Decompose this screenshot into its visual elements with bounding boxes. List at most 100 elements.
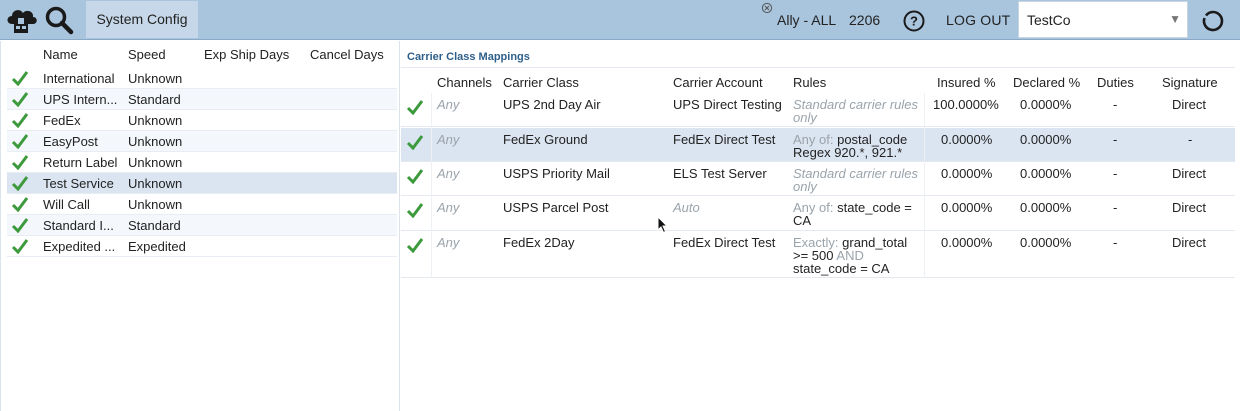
service-row[interactable]: FedEx Unknown [7, 110, 397, 131]
declared-value: 0.0000% [1020, 200, 1072, 215]
service-row[interactable]: Will Call Unknown [7, 194, 397, 215]
service-speed: Standard [128, 218, 181, 233]
declared-value: 0.0000% [1020, 235, 1072, 250]
insured-value: 100.0000% [933, 97, 999, 112]
carrier-class-value: UPS 2nd Day Air [503, 97, 601, 112]
carrier-account-value: FedEx Direct Test [673, 235, 776, 250]
rule-text: Standard carrier rules only [793, 166, 918, 194]
rule-text: Any of: state_code = CA [793, 201, 919, 227]
carrier-class-value: USPS Priority Mail [503, 166, 610, 181]
service-row[interactable]: Return Label Unknown [7, 152, 397, 173]
declared-value: 0.0000% [1020, 132, 1072, 147]
top-bar: System Config Ally - ALL 2206 ? LOG OUT … [0, 0, 1240, 40]
check-icon [406, 169, 424, 184]
channels-value: Any [437, 235, 460, 250]
service-row-selected[interactable]: Test Service Unknown [7, 173, 397, 194]
channels-value: Any [437, 132, 460, 147]
col-name-header[interactable]: Name [43, 47, 78, 62]
carrier-account-value: Auto [673, 200, 700, 215]
service-speed: Unknown [128, 155, 183, 170]
insured-value: 0.0000% [941, 200, 993, 215]
check-icon [11, 197, 29, 212]
user-label[interactable]: Ally - ALL [777, 12, 836, 28]
mouse-cursor-icon [657, 216, 669, 234]
logout-button[interactable]: LOG OUT [946, 12, 1010, 28]
check-icon [11, 71, 29, 86]
service-speed: Unknown [128, 176, 183, 191]
service-speed: Unknown [128, 134, 183, 149]
carrier-class-value: FedEx Ground [503, 132, 588, 147]
col-declared-header[interactable]: Declared % [1013, 75, 1080, 90]
col-channels-header[interactable]: Channels [437, 75, 492, 90]
rule-condition: state_code = CA [793, 261, 890, 276]
company-select-value: TestCo [1027, 12, 1071, 28]
service-speed: Expedited [128, 239, 186, 254]
insured-value: 0.0000% [941, 166, 993, 181]
system-config-button[interactable]: System Config [86, 1, 198, 38]
signature-value: Direct [1172, 97, 1206, 112]
service-name: EasyPost [43, 134, 98, 149]
company-select[interactable]: TestCo ▼ [1018, 1, 1188, 38]
service-name: Expedited ... [43, 239, 116, 254]
help-icon[interactable]: ? [903, 10, 925, 32]
rule-condition: CA [793, 213, 812, 228]
duties-value: - [1113, 97, 1118, 112]
close-icon[interactable] [761, 2, 773, 14]
check-icon [11, 176, 29, 191]
refresh-icon[interactable] [1201, 9, 1225, 33]
rule-text: Exactly: grand_total >= 500 AND state_code… [793, 236, 919, 275]
declared-value: 0.0000% [1020, 166, 1072, 181]
col-exp-ship-days-header[interactable]: Exp Ship Days [204, 47, 289, 62]
rule-condition: state_code = [837, 200, 912, 215]
service-row[interactable]: EasyPost Unknown [7, 131, 397, 152]
mapping-row[interactable]: Any USPS Parcel Post Auto Any of: state_… [401, 196, 1235, 231]
check-icon [11, 113, 29, 128]
column-divider [924, 93, 925, 278]
chevron-down-icon: ▼ [1169, 12, 1181, 26]
channels-value: Any [437, 97, 460, 112]
mapping-row[interactable]: Any FedEx 2Day FedEx Direct Test Exactly… [401, 231, 1235, 278]
svg-text:?: ? [910, 14, 918, 29]
service-row[interactable]: Expedited ... Expedited [7, 236, 397, 257]
duties-value: - [1113, 235, 1118, 250]
col-rules-header[interactable]: Rules [793, 75, 826, 90]
service-name: UPS Intern... [43, 92, 118, 107]
col-speed-header[interactable]: Speed [128, 47, 166, 62]
mapping-row-selected[interactable]: Any FedEx Ground FedEx Direct Test Any o… [401, 128, 1235, 162]
check-icon [11, 155, 29, 170]
col-signature-header[interactable]: Signature [1162, 75, 1218, 90]
service-speed: Unknown [128, 71, 183, 86]
service-row[interactable]: Standard I... Standard [7, 215, 397, 236]
service-speed: Standard [128, 92, 181, 107]
declared-value: 0.0000% [1020, 97, 1072, 112]
channels-value: Any [437, 200, 460, 215]
search-icon[interactable] [44, 5, 74, 35]
mapping-row[interactable]: Any USPS Priority Mail ELS Test Server S… [401, 162, 1235, 196]
insured-value: 0.0000% [941, 132, 993, 147]
signature-value: - [1188, 132, 1193, 147]
signature-value: Direct [1172, 235, 1206, 250]
rule-text: Standard carrier rules only [793, 97, 918, 125]
cloud-logo-icon[interactable] [4, 4, 38, 36]
channels-value: Any [437, 166, 460, 181]
col-duties-header[interactable]: Duties [1097, 75, 1134, 90]
check-icon [11, 134, 29, 149]
service-row[interactable]: UPS Intern... Standard [7, 89, 397, 110]
signature-value: Direct [1172, 166, 1206, 181]
mapping-row[interactable]: Any UPS 2nd Day Air UPS Direct Testing S… [401, 93, 1235, 127]
service-row[interactable]: International Unknown [7, 68, 397, 89]
carrier-class-mappings-title: Carrier Class Mappings [407, 51, 530, 63]
service-name: Test Service [43, 176, 114, 191]
col-insured-header[interactable]: Insured % [937, 75, 996, 90]
col-carrier-account-header[interactable]: Carrier Account [673, 75, 763, 90]
check-icon [406, 135, 424, 150]
service-name: International [43, 71, 115, 86]
signature-value: Direct [1172, 200, 1206, 215]
check-icon [406, 100, 424, 115]
service-speed: Unknown [128, 113, 183, 128]
shipping-services-panel: Name Speed Exp Ship Days Cancel Days Int… [0, 41, 400, 411]
col-carrier-class-header[interactable]: Carrier Class [503, 75, 579, 90]
rule-text: Any of: postal_code Regex 920.*, 921.* [793, 133, 919, 159]
duties-value: - [1113, 200, 1118, 215]
col-cancel-days-header[interactable]: Cancel Days [310, 47, 384, 62]
